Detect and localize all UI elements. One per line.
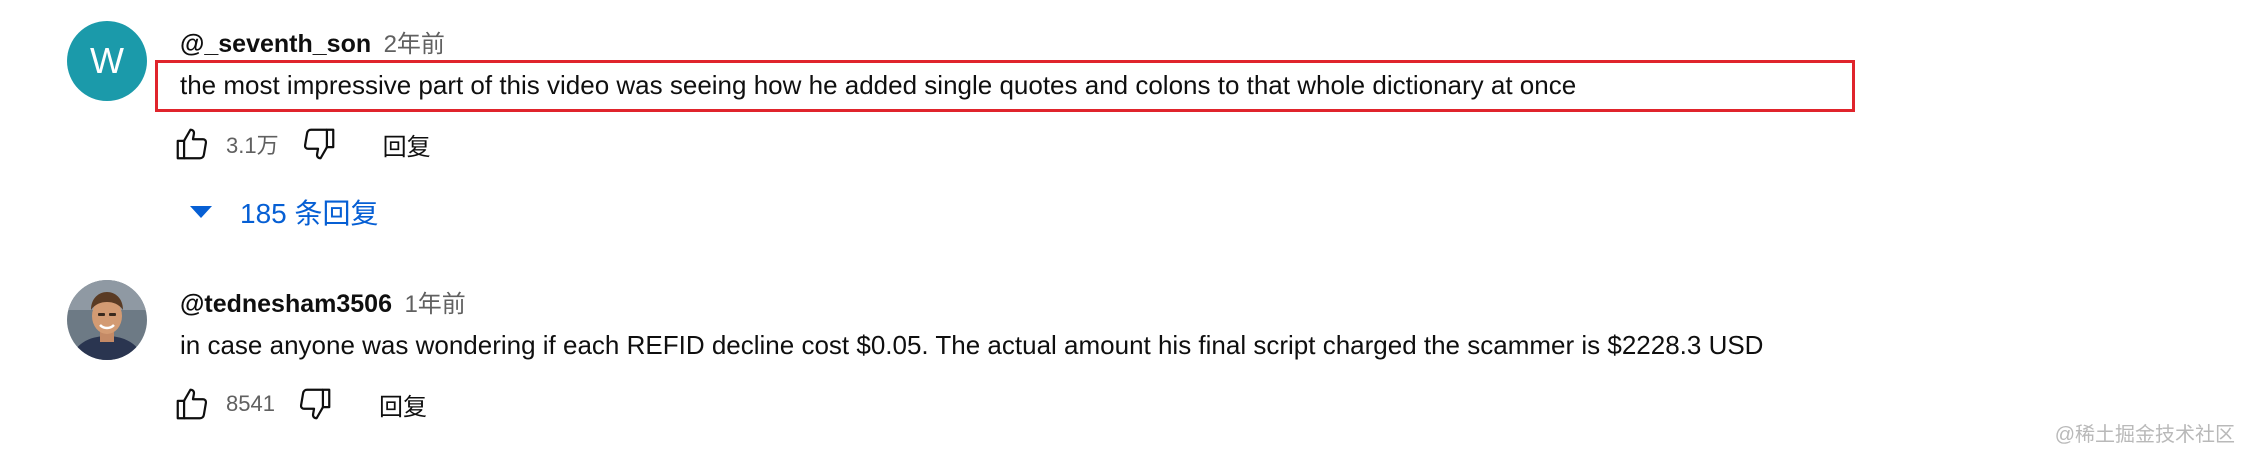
replies-count-label: 185 条回复 bbox=[240, 198, 379, 229]
dislike-button[interactable] bbox=[293, 382, 337, 426]
watermark: @稀土掘金技术社区 bbox=[2054, 424, 2235, 446]
author-name[interactable]: @tednesham3506 bbox=[180, 290, 392, 318]
like-button[interactable] bbox=[170, 122, 214, 166]
like-count: 3.1万 bbox=[226, 133, 279, 158]
reply-button[interactable]: 回复 bbox=[379, 387, 427, 422]
comment-timestamp[interactable]: 2年前 bbox=[384, 31, 445, 58]
comment-timestamp[interactable]: 1年前 bbox=[404, 291, 465, 318]
thumbs-down-icon bbox=[299, 388, 331, 420]
reply-button[interactable]: 回复 bbox=[383, 127, 431, 162]
dislike-button[interactable] bbox=[297, 122, 341, 166]
comment-text: in case anyone was wondering if each REF… bbox=[180, 330, 1764, 360]
like-button[interactable] bbox=[170, 382, 214, 426]
comment-header: @tednesham3506 1年前 bbox=[180, 284, 466, 319]
avatar[interactable] bbox=[67, 280, 147, 360]
caret-down-icon bbox=[190, 206, 212, 218]
thumbs-up-icon bbox=[176, 128, 208, 160]
view-replies-button[interactable]: 185 条回复 bbox=[190, 192, 379, 232]
comment-header: @_seventh_son 2年前 bbox=[180, 24, 445, 59]
thumbs-down-icon bbox=[303, 128, 334, 160]
person-photo-avatar-icon bbox=[67, 280, 147, 360]
avatar[interactable]: W bbox=[67, 21, 147, 101]
comment-actions: 8541 回复 bbox=[170, 382, 427, 426]
thumbs-up-icon bbox=[176, 388, 208, 420]
avatar-letter: W bbox=[90, 40, 124, 81]
comment-text: the most impressive part of this video w… bbox=[180, 70, 1577, 100]
author-name[interactable]: @_seventh_son bbox=[180, 30, 371, 58]
comment-actions: 3.1万 回复 bbox=[170, 122, 431, 166]
like-count: 8541 bbox=[226, 391, 275, 416]
